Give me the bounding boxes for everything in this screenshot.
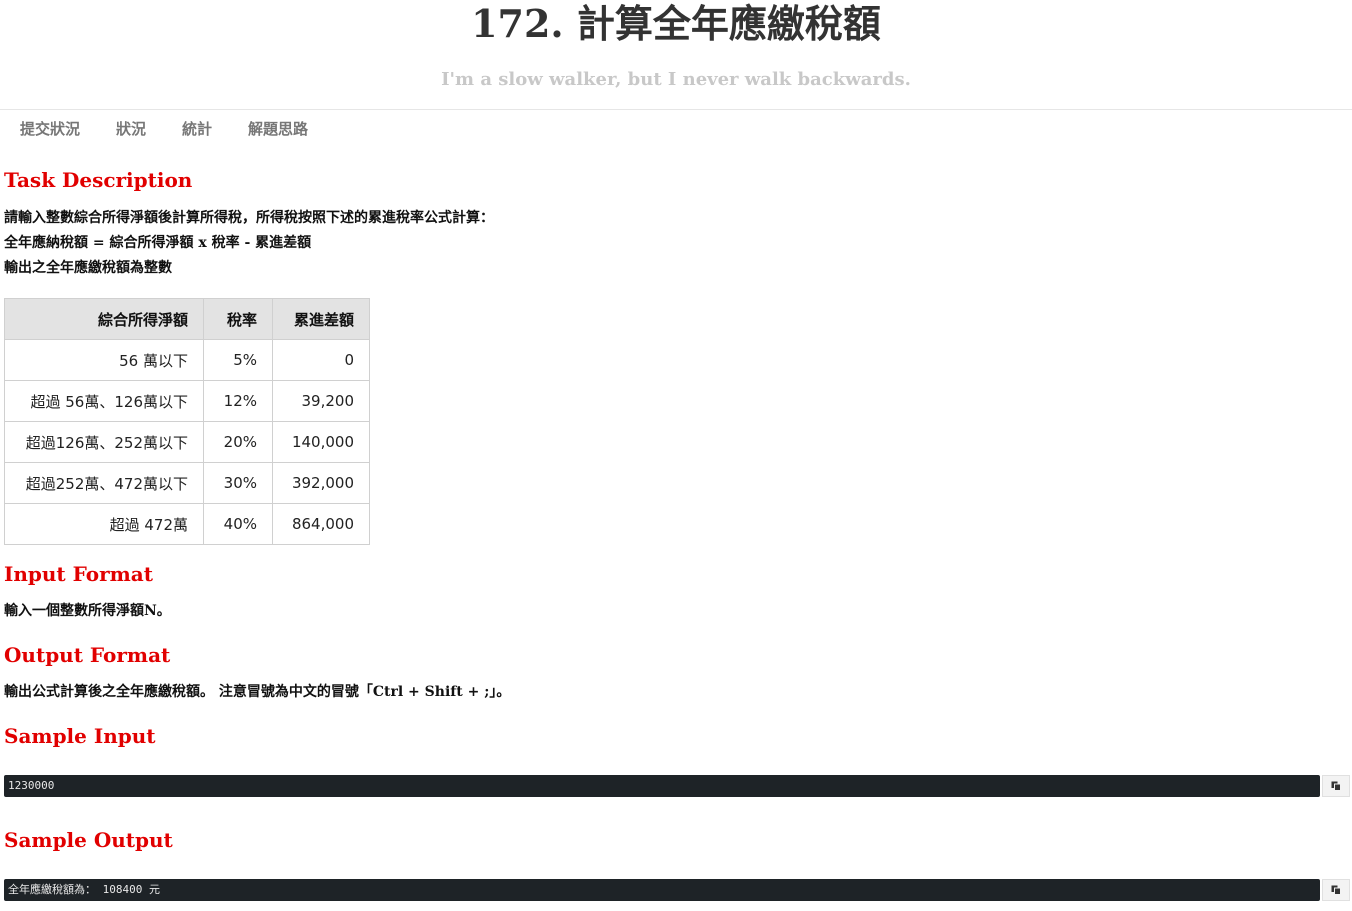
nav-solution-ideas[interactable]: 解題思路 xyxy=(248,118,308,140)
table-header-row: 綜合所得淨額 稅率 累進差額 xyxy=(4,298,370,340)
table-cell: 超過252萬、472萬以下 xyxy=(4,462,204,504)
table-row: 超過126萬、252萬以下 20% 140,000 xyxy=(4,421,370,463)
page-title: 172. 計算全年應繳稅額 xyxy=(471,1,881,46)
column-header-net-income: 綜合所得淨額 xyxy=(4,298,204,340)
table-cell: 864,000 xyxy=(272,503,370,545)
table-cell: 5% xyxy=(203,339,273,381)
page-subtitle: I'm a slow walker, but I never walk back… xyxy=(441,69,911,90)
table-cell: 39,200 xyxy=(272,380,370,422)
sample-input-code: 1230000 xyxy=(4,775,1350,797)
table-cell: 30% xyxy=(203,462,273,504)
sample-output-value: 全年應繳稅額為： 108400 元 xyxy=(8,883,160,896)
sample-output-heading: Sample Output xyxy=(4,828,173,852)
header-divider xyxy=(0,109,1352,110)
copy-icon xyxy=(1331,781,1341,791)
tax-rate-table: 綜合所得淨額 稅率 累進差額 56 萬以下 5% 0 超過 56萬、126萬以下… xyxy=(4,298,370,545)
problem-nav: 提交狀況 狀況 統計 解題思路 xyxy=(20,118,344,140)
table-cell: 20% xyxy=(203,421,273,463)
table-cell: 0 xyxy=(272,339,370,381)
output-format-heading: Output Format xyxy=(4,643,171,667)
table-cell: 超過126萬、252萬以下 xyxy=(4,421,204,463)
copy-icon xyxy=(1331,885,1341,895)
task-line: 全年應納稅額 = 綜合所得淨額 x 稅率 - 累進差額 xyxy=(4,235,312,251)
table-cell: 140,000 xyxy=(272,421,370,463)
problem-content: Task Description 請輸入整數綜合所得淨額後計算所得稅，所得稅按照… xyxy=(4,166,1350,901)
table-row: 56 萬以下 5% 0 xyxy=(4,339,370,381)
table-cell: 超過 56萬、126萬以下 xyxy=(4,380,204,422)
table-cell: 40% xyxy=(203,503,273,545)
nav-submission-status[interactable]: 提交狀況 xyxy=(20,118,80,140)
task-description-heading: Task Description xyxy=(4,168,193,192)
output-format-text: 輸出公式計算後之全年應繳稅額。 注意冒號為中文的冒號「Ctrl + Shift … xyxy=(4,684,511,700)
sample-input-value: 1230000 xyxy=(8,779,55,792)
table-row: 超過252萬、472萬以下 30% 392,000 xyxy=(4,462,370,504)
table-cell: 超過 472萬 xyxy=(4,503,204,545)
sample-input-heading: Sample Input xyxy=(4,724,156,748)
column-header-deduction: 累進差額 xyxy=(272,298,370,340)
nav-statistics[interactable]: 統計 xyxy=(182,118,212,140)
copy-sample-output-button[interactable] xyxy=(1322,879,1350,901)
input-format-heading: Input Format xyxy=(4,562,153,586)
copy-sample-input-button[interactable] xyxy=(1322,775,1350,797)
nav-status[interactable]: 狀況 xyxy=(116,118,146,140)
column-header-rate: 稅率 xyxy=(203,298,273,340)
input-format-text: 輸入一個整數所得淨額N。 xyxy=(4,603,171,619)
table-row: 超過 472萬 40% 864,000 xyxy=(4,503,370,545)
table-cell: 392,000 xyxy=(272,462,370,504)
table-cell: 12% xyxy=(203,380,273,422)
task-line: 輸出之全年應繳稅額為整數 xyxy=(4,260,172,276)
sample-output-code: 全年應繳稅額為： 108400 元 xyxy=(4,879,1350,901)
table-cell: 56 萬以下 xyxy=(4,339,204,381)
table-row: 超過 56萬、126萬以下 12% 39,200 xyxy=(4,380,370,422)
task-line: 請輸入整數綜合所得淨額後計算所得稅，所得稅按照下述的累進稅率公式計算： xyxy=(4,210,494,226)
